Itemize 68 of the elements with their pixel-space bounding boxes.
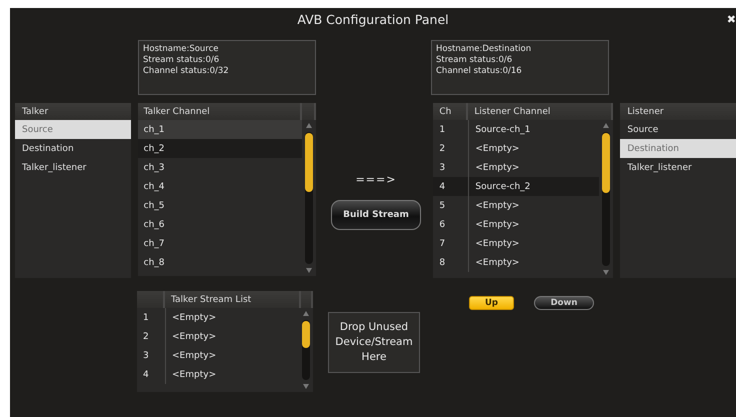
column-header: Talker Stream List — [165, 291, 301, 308]
table-cell: <Empty> — [468, 234, 600, 253]
table-row[interactable]: ch_4 — [138, 177, 302, 196]
table-row[interactable]: 1 Source-ch_1 — [433, 120, 600, 139]
table-cell-text: 8 — [438, 256, 446, 270]
status-line: Channel status:0/32 — [143, 66, 230, 77]
build-stream-button[interactable]: Build Stream — [331, 200, 421, 230]
table-row[interactable]: ch_5 — [138, 196, 302, 215]
table-row[interactable]: ch_7 — [138, 234, 302, 253]
table-cell-text: 2 — [438, 142, 446, 156]
table-row[interactable]: 2 <Empty> — [137, 327, 299, 346]
table-row[interactable]: ch_3 — [138, 158, 302, 177]
table-row[interactable]: 5 <Empty> — [433, 196, 600, 215]
table-cell-text: 1 — [438, 124, 446, 136]
table-row[interactable]: 3 <Empty> — [137, 346, 299, 365]
list-item[interactable]: Source — [15, 120, 131, 139]
list-item[interactable]: Destination — [620, 139, 736, 158]
table-cell: <Empty> — [468, 253, 600, 272]
table-row[interactable]: 1 <Empty> — [137, 308, 299, 327]
table-row[interactable]: ch_2 — [138, 139, 302, 158]
status-line: Stream status:0/6 — [143, 55, 220, 66]
table-cell: <Empty> — [165, 365, 299, 384]
status-line: Hostname:Source — [143, 44, 220, 55]
status-line: Hostname:Destination — [436, 44, 532, 55]
table-cell-text: 2 — [142, 330, 150, 344]
table-row[interactable]: ch_1 — [138, 120, 302, 139]
table-cell-text: 4 — [438, 180, 446, 194]
table-cell: <Empty> — [468, 139, 600, 158]
table-cell: <Empty> — [468, 196, 600, 215]
window-title: AVB Configuration Panel — [297, 12, 449, 26]
column-header: Listener — [620, 103, 736, 120]
column-header: Ch — [433, 103, 468, 120]
drop-zone-label: Drop Unused Device/Stream Here — [334, 320, 414, 365]
table-cell: Source-ch_1 — [468, 120, 600, 139]
table-cell: <Empty> — [165, 346, 299, 365]
down-button[interactable]: Down — [534, 296, 594, 310]
table-row[interactable]: 6 <Empty> — [433, 215, 600, 234]
table-cell-text: 3 — [438, 162, 446, 174]
drop-zone[interactable]: Drop Unused Device/Stream Here — [328, 312, 420, 373]
arrow-label: ===> — [356, 173, 396, 186]
table-row[interactable]: 2 <Empty> — [433, 139, 600, 158]
column-header: Listener Channel — [468, 103, 614, 120]
column-header: Talker — [15, 103, 131, 120]
table-cell-text: 5 — [438, 200, 446, 212]
close-icon[interactable]: ✖ — [726, 13, 736, 26]
table-cell: <Empty> — [165, 308, 299, 327]
table-cell: <Empty> — [165, 327, 299, 346]
table-row[interactable]: 4 <Empty> — [137, 365, 299, 384]
status-line: Stream status:0/6 — [436, 55, 514, 66]
table-cell-text: 7 — [438, 238, 446, 250]
table-cell-text: 6 — [438, 218, 446, 232]
table-row[interactable]: 7 <Empty> — [433, 234, 600, 253]
table-cell: <Empty> — [468, 215, 600, 234]
column-header: Talker Channel — [138, 103, 302, 120]
table-cell-text: 3 — [142, 350, 150, 362]
table-row[interactable]: ch_6 — [138, 215, 302, 234]
list-item[interactable]: Destination — [15, 139, 131, 158]
list-item[interactable]: Talker_listener — [620, 158, 736, 177]
list-item[interactable]: Source — [620, 120, 736, 139]
table-row[interactable]: 8 <Empty> — [433, 253, 600, 272]
table-row[interactable]: 4 Source-ch_2 — [433, 177, 600, 196]
status-line: Channel status:0/16 — [436, 66, 523, 77]
list-item[interactable]: Talker_listener — [15, 158, 131, 177]
table-row[interactable]: ch_8 — [138, 253, 302, 272]
table-cell-text: 1 — [142, 312, 150, 324]
table-cell-text: 4 — [142, 368, 150, 382]
table-cell: Source-ch_2 — [468, 177, 600, 196]
up-button[interactable]: Up — [469, 296, 514, 310]
